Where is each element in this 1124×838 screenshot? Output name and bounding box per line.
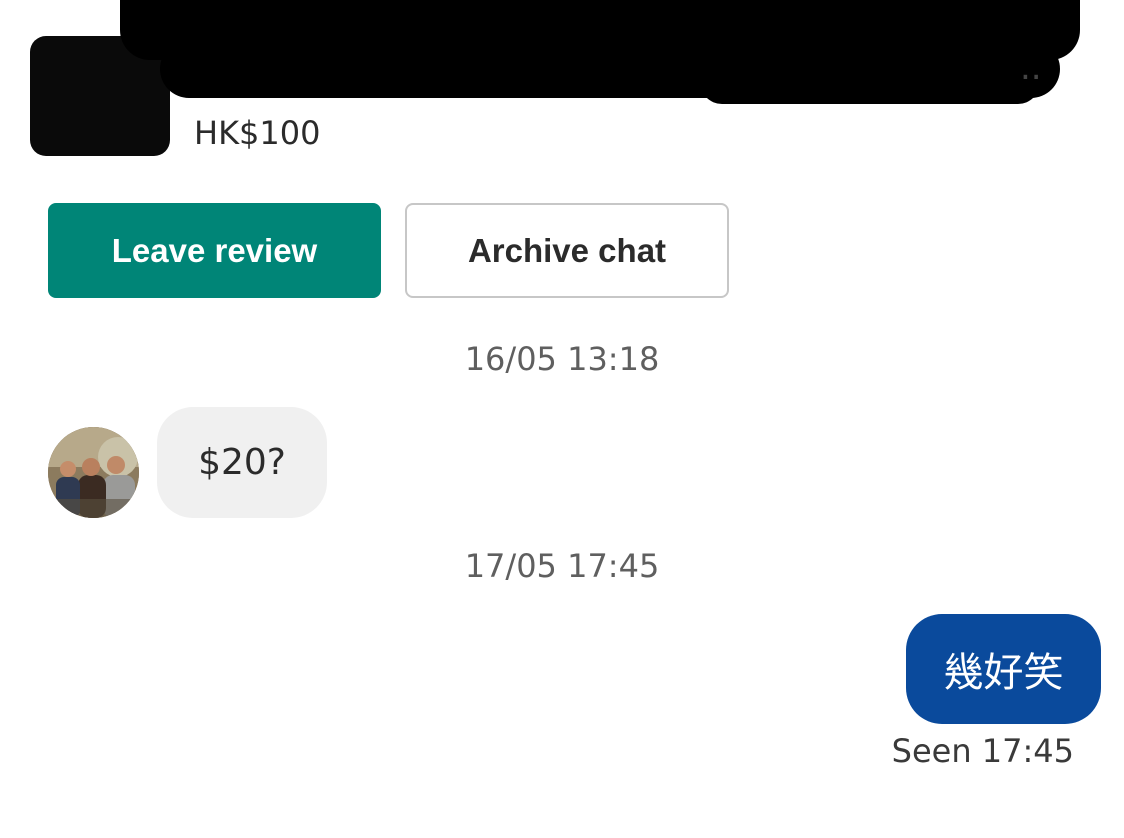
archive-chat-button[interactable]: Archive chat <box>405 203 729 298</box>
read-receipt: Seen 17:45 <box>891 732 1074 770</box>
message-timestamp: 17/05 17:45 <box>464 547 660 585</box>
avatar[interactable] <box>48 427 139 518</box>
incoming-message-bubble[interactable]: $20? <box>157 407 327 518</box>
listing-price: HK$100 <box>194 114 321 152</box>
outgoing-message-bubble[interactable]: 幾好笑 <box>906 614 1101 724</box>
avatar-photo-icon <box>48 427 139 518</box>
redaction-mark <box>700 60 1040 104</box>
leave-review-button[interactable]: Leave review <box>48 203 381 298</box>
listing-title[interactable]: .. <box>1020 48 1042 88</box>
message-timestamp: 16/05 13:18 <box>464 340 660 378</box>
